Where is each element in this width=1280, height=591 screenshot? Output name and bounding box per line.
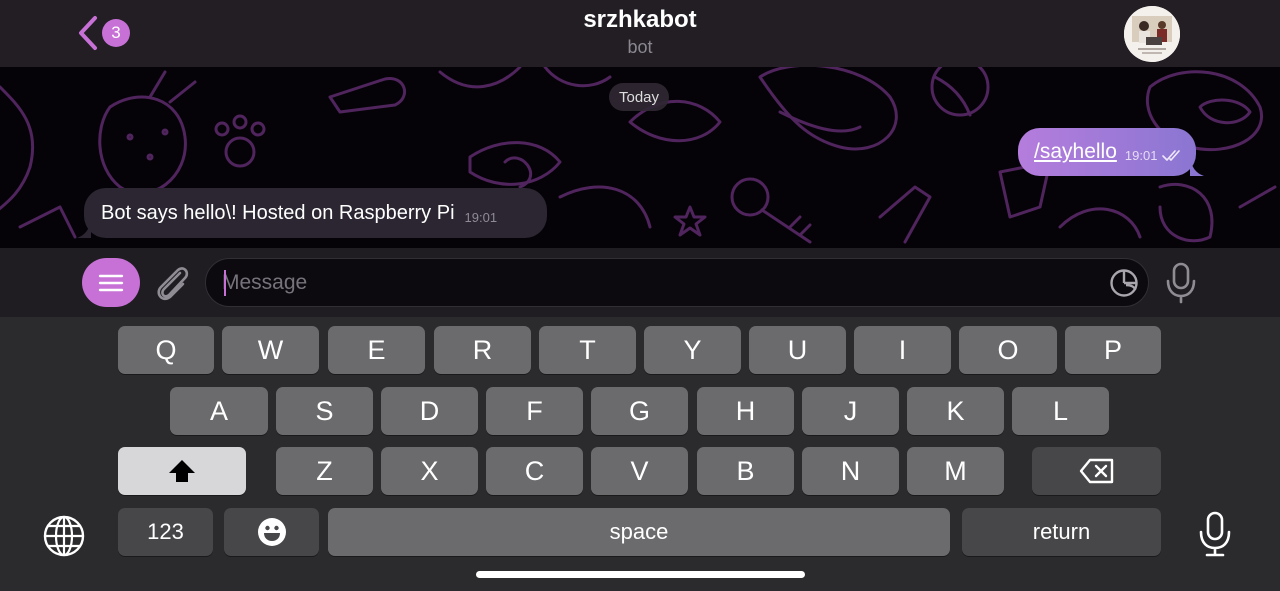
key-q[interactable]: Q <box>118 326 214 374</box>
key-l[interactable]: L <box>1012 387 1109 435</box>
key-x[interactable]: X <box>381 447 478 495</box>
key-j[interactable]: J <box>802 387 899 435</box>
key-z[interactable]: Z <box>276 447 373 495</box>
dictation-button[interactable] <box>1196 510 1234 563</box>
shift-key[interactable] <box>118 447 246 495</box>
incoming-message[interactable]: Bot says hello\! Hosted on Raspberry Pi … <box>77 188 547 238</box>
message-text: Bot says hello\! Hosted on Raspberry Pi <box>101 201 455 224</box>
key-f[interactable]: F <box>486 387 583 435</box>
voice-message-button[interactable] <box>1163 261 1199 310</box>
key-c[interactable]: C <box>486 447 583 495</box>
shift-icon <box>169 460 195 482</box>
emoji-icon <box>257 518 286 546</box>
attach-button[interactable] <box>152 261 192 308</box>
key-k[interactable]: K <box>907 387 1004 435</box>
avatar[interactable] <box>1124 6 1180 62</box>
key-o[interactable]: O <box>959 326 1057 374</box>
message-field[interactable] <box>205 258 1149 307</box>
chat-subtitle: bot <box>627 37 653 57</box>
dictation-icon <box>1199 511 1231 557</box>
message-time: 19:01 <box>1124 147 1158 163</box>
emoji-key[interactable] <box>224 508 319 556</box>
chat-title: srzhkabot <box>583 6 697 33</box>
microphone-icon <box>1166 262 1196 304</box>
message-input[interactable] <box>222 259 1082 306</box>
keyboard: Q W E R T Y U I O P A S D F G H J K L Z … <box>0 317 1280 591</box>
return-key[interactable]: return <box>962 508 1161 556</box>
globe-button[interactable] <box>41 513 87 564</box>
bot-command-link[interactable]: /sayhello <box>1034 140 1117 164</box>
backspace-icon <box>1079 458 1113 484</box>
bot-menu-button[interactable] <box>82 258 140 307</box>
home-indicator[interactable] <box>476 571 805 578</box>
key-a[interactable]: A <box>170 387 268 435</box>
text-caret <box>224 270 226 296</box>
date-separator: Today <box>609 83 670 111</box>
chat-area[interactable]: Today /sayhello 19:01 Bot says hello\! H… <box>0 67 1280 248</box>
globe-icon <box>43 515 85 557</box>
key-u[interactable]: U <box>749 326 846 374</box>
key-b[interactable]: B <box>697 447 794 495</box>
composer-bar <box>0 248 1280 317</box>
key-r[interactable]: R <box>434 326 531 374</box>
double-check-icon <box>1162 150 1181 161</box>
space-key[interactable]: space <box>328 508 950 556</box>
paperclip-icon <box>157 267 189 301</box>
key-n[interactable]: N <box>802 447 899 495</box>
outgoing-message[interactable]: /sayhello 19:01 <box>1018 128 1204 176</box>
key-g[interactable]: G <box>591 387 688 435</box>
delete-key[interactable] <box>1032 447 1161 495</box>
numbers-key[interactable]: 123 <box>118 508 213 556</box>
chat-header: 3 srzhkabot bot <box>0 0 1280 67</box>
sticker-icon <box>1110 269 1138 297</box>
bubble-tail <box>77 220 91 238</box>
key-t[interactable]: T <box>539 326 636 374</box>
key-m[interactable]: M <box>907 447 1004 495</box>
key-w[interactable]: W <box>222 326 319 374</box>
bubble-tail <box>1190 158 1204 176</box>
key-e[interactable]: E <box>328 326 425 374</box>
key-i[interactable]: I <box>854 326 951 374</box>
chat-title-block[interactable]: srzhkabot bot <box>0 6 1280 58</box>
message-meta: 19:01 <box>1125 148 1184 163</box>
key-h[interactable]: H <box>697 387 794 435</box>
sticker-button[interactable] <box>1109 268 1139 303</box>
key-s[interactable]: S <box>276 387 373 435</box>
key-v[interactable]: V <box>591 447 688 495</box>
key-d[interactable]: D <box>381 387 478 435</box>
message-time: 19:01 <box>464 209 498 225</box>
key-p[interactable]: P <box>1065 326 1161 374</box>
key-y[interactable]: Y <box>644 326 741 374</box>
menu-icon <box>98 274 124 291</box>
